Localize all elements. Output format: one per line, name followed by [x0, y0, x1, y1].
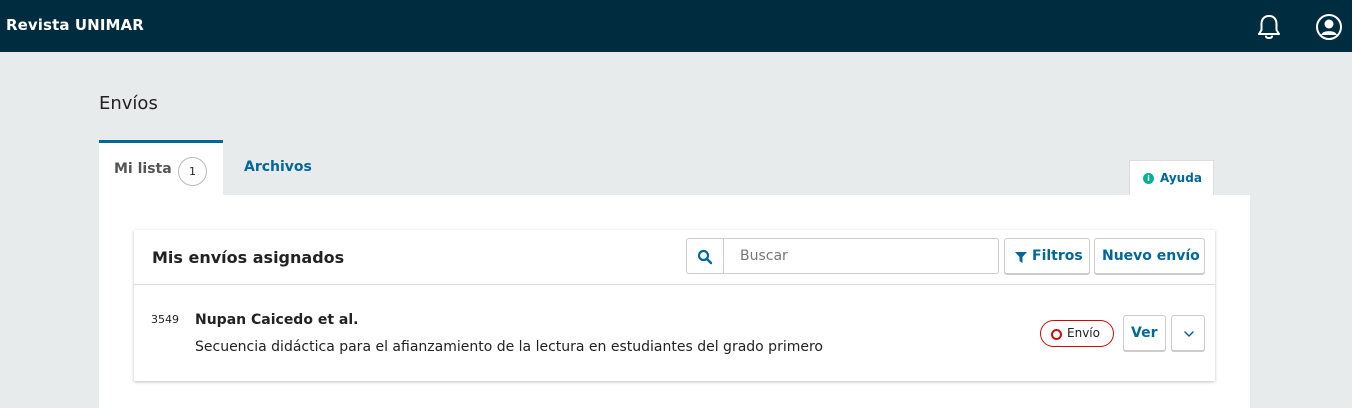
new-submission-button[interactable]: Nuevo envío: [1094, 238, 1205, 274]
bell-icon[interactable]: [1256, 13, 1282, 41]
chevron-down-icon: [1184, 331, 1194, 337]
submissions-list-panel: Mis envíos asignados Filtros Nuevo envío…: [134, 230, 1215, 381]
submission-id: 3549: [151, 313, 179, 326]
tab-archives[interactable]: Archivos: [244, 159, 312, 175]
view-button-label: Ver: [1131, 325, 1158, 341]
status-badge: Envío: [1040, 320, 1114, 347]
new-submission-label: Nuevo envío: [1102, 248, 1200, 264]
help-button[interactable]: i Ayuda: [1129, 160, 1214, 196]
submission-title: Secuencia didáctica para el afianzamient…: [195, 339, 823, 355]
status-badge-label: Envío: [1067, 326, 1100, 340]
expand-button[interactable]: [1171, 315, 1205, 351]
tab-my-list-count-badge: 1: [178, 157, 207, 186]
top-bar: Revista UNIMAR: [0, 0, 1352, 52]
site-title[interactable]: Revista UNIMAR: [6, 16, 144, 34]
help-label: Ayuda: [1160, 171, 1202, 185]
page-title: Envíos: [99, 93, 158, 114]
submission-authors: Nupan Caicedo et al.: [195, 312, 359, 328]
view-button[interactable]: Ver: [1123, 315, 1166, 351]
filter-icon: [1015, 252, 1027, 263]
list-title: Mis envíos asignados: [152, 248, 345, 267]
info-icon: i: [1143, 173, 1154, 184]
tab-my-list-label: Mi lista: [114, 161, 172, 177]
stage-dot-icon: [1051, 329, 1062, 340]
tab-my-list[interactable]: Mi lista 1: [99, 140, 223, 196]
filters-label: Filtros: [1032, 248, 1083, 264]
search-icon[interactable]: [686, 238, 723, 274]
filters-button[interactable]: Filtros: [1004, 238, 1090, 274]
search-input[interactable]: [723, 238, 999, 274]
user-circle-icon[interactable]: [1315, 13, 1343, 41]
divider: [134, 284, 1215, 285]
